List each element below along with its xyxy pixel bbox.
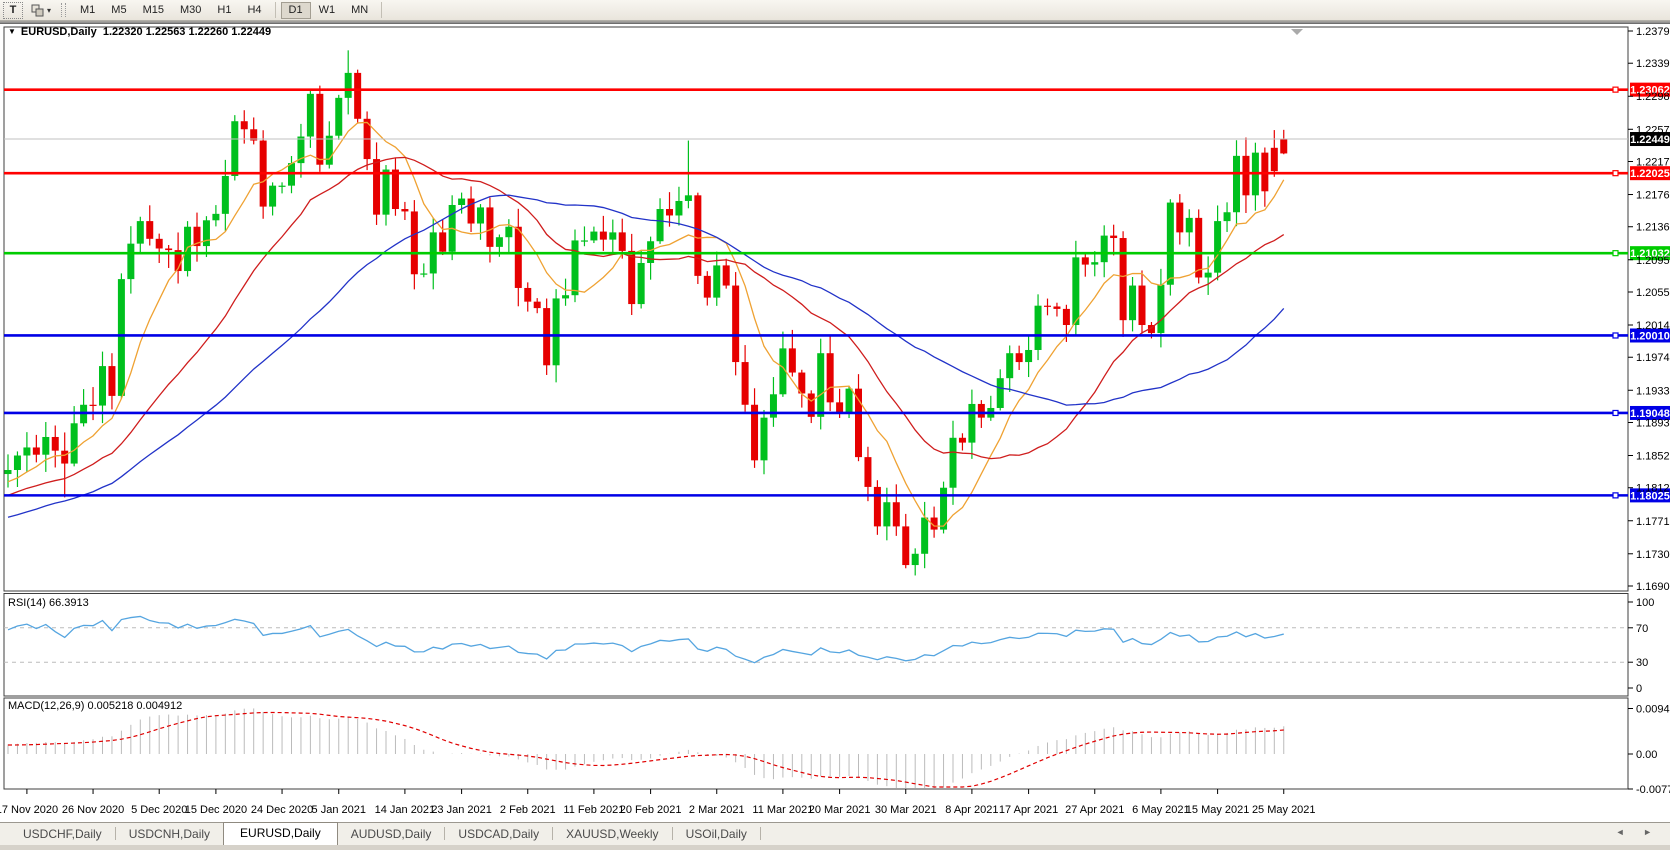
ohlc-values: 1.22320 1.22563 1.22260 1.22449 bbox=[103, 26, 271, 38]
svg-text:2 Mar 2021: 2 Mar 2021 bbox=[689, 804, 745, 816]
hline-handle[interactable] bbox=[1613, 333, 1618, 338]
svg-text:30 Mar 2021: 30 Mar 2021 bbox=[875, 804, 937, 816]
svg-text:2 Feb 2021: 2 Feb 2021 bbox=[500, 804, 556, 816]
svg-text:14 Jan 2021: 14 Jan 2021 bbox=[375, 804, 436, 816]
svg-text:1.16900: 1.16900 bbox=[1636, 581, 1670, 593]
svg-text:5 Dec 2020: 5 Dec 2020 bbox=[131, 804, 187, 816]
svg-text:1.22449: 1.22449 bbox=[1630, 134, 1670, 146]
svg-text:1.22170: 1.22170 bbox=[1636, 156, 1670, 168]
hline-handle[interactable] bbox=[1613, 87, 1618, 92]
svg-text:0.009478: 0.009478 bbox=[1636, 704, 1670, 716]
hline-handle[interactable] bbox=[1613, 410, 1618, 415]
svg-text:1.22025: 1.22025 bbox=[1630, 168, 1670, 180]
rsi-indicator-label: RSI(14) 66.3913 bbox=[8, 597, 89, 609]
svg-text:0.00: 0.00 bbox=[1636, 749, 1657, 761]
macd-indicator-label: MACD(12,26,9) 0.005218 0.004912 bbox=[8, 700, 182, 712]
svg-text:-0.007778: -0.007778 bbox=[1636, 784, 1670, 796]
tab-scroll-arrows[interactable]: ◄ ► bbox=[1616, 827, 1660, 837]
svg-text:17 Nov 2020: 17 Nov 2020 bbox=[0, 804, 58, 816]
svg-text:25 May 2021: 25 May 2021 bbox=[1252, 804, 1316, 816]
svg-text:6 May 2021: 6 May 2021 bbox=[1132, 804, 1189, 816]
svg-text:1.23790: 1.23790 bbox=[1636, 26, 1670, 38]
hline-handle[interactable] bbox=[1613, 171, 1618, 176]
svg-text:27 Apr 2021: 27 Apr 2021 bbox=[1065, 804, 1124, 816]
svg-text:30: 30 bbox=[1636, 657, 1648, 669]
svg-text:1.20010: 1.20010 bbox=[1630, 330, 1670, 342]
symbol-dropdown-icon[interactable]: ▼ bbox=[8, 27, 16, 36]
svg-text:0: 0 bbox=[1636, 683, 1642, 695]
symbol-name: EURUSD,Daily bbox=[21, 26, 97, 38]
hline-handle[interactable] bbox=[1613, 493, 1618, 498]
main-chart-panel bbox=[4, 27, 1628, 591]
svg-text:20 Mar 2021: 20 Mar 2021 bbox=[809, 804, 871, 816]
svg-text:1.19740: 1.19740 bbox=[1636, 352, 1670, 364]
chart-title: ▼ EURUSD,Daily 1.22320 1.22563 1.22260 1.… bbox=[8, 26, 271, 38]
svg-text:1.21360: 1.21360 bbox=[1636, 222, 1670, 234]
svg-text:24 Dec 2020: 24 Dec 2020 bbox=[251, 804, 313, 816]
svg-text:1.20550: 1.20550 bbox=[1636, 287, 1670, 299]
svg-text:15 Dec 2020: 15 Dec 2020 bbox=[185, 804, 247, 816]
svg-text:1.18930: 1.18930 bbox=[1636, 417, 1670, 429]
svg-text:11 Mar 2021: 11 Mar 2021 bbox=[752, 804, 813, 816]
svg-text:1.18120: 1.18120 bbox=[1636, 483, 1670, 495]
rsi-panel bbox=[4, 594, 1628, 697]
svg-text:1.18520: 1.18520 bbox=[1636, 451, 1670, 463]
svg-text:1.17710: 1.17710 bbox=[1636, 516, 1670, 528]
svg-text:11 Feb 2021: 11 Feb 2021 bbox=[563, 804, 624, 816]
svg-text:1.23390: 1.23390 bbox=[1636, 58, 1670, 70]
svg-text:23 Jan 2021: 23 Jan 2021 bbox=[431, 804, 492, 816]
svg-text:26 Nov 2020: 26 Nov 2020 bbox=[62, 804, 124, 816]
chart-canvas[interactable]: 1.230621.220251.210321.200101.190481.180… bbox=[0, 0, 1670, 850]
svg-text:5 Jan 2021: 5 Jan 2021 bbox=[312, 804, 366, 816]
svg-text:100: 100 bbox=[1636, 597, 1654, 609]
svg-text:1.19330: 1.19330 bbox=[1636, 385, 1670, 397]
svg-text:1.17300: 1.17300 bbox=[1636, 549, 1670, 561]
price-axis[interactable]: 1.237901.233901.229801.225701.221701.217… bbox=[1628, 26, 1670, 593]
date-axis[interactable]: 17 Nov 2020 26 Nov 2020 5 Dec 202015 Dec 2… bbox=[0, 789, 1316, 816]
svg-text:8 Apr 2021: 8 Apr 2021 bbox=[945, 804, 998, 816]
svg-text:1.22980: 1.22980 bbox=[1636, 91, 1670, 103]
hline-handle[interactable] bbox=[1613, 251, 1618, 256]
svg-text:1.20950: 1.20950 bbox=[1636, 255, 1670, 267]
mt4-chart-window: T ▾ M1M5M15M30H1H4D1W1MN 1.230621.220251… bbox=[0, 0, 1670, 850]
svg-text:1.20140: 1.20140 bbox=[1636, 320, 1670, 332]
svg-text:1.21760: 1.21760 bbox=[1636, 190, 1670, 202]
svg-text:15 May 2021: 15 May 2021 bbox=[1186, 804, 1250, 816]
svg-text:70: 70 bbox=[1636, 623, 1648, 635]
svg-text:17 Apr 2021: 17 Apr 2021 bbox=[999, 804, 1058, 816]
panel-frames bbox=[4, 27, 1628, 789]
svg-text:20 Feb 2021: 20 Feb 2021 bbox=[620, 804, 682, 816]
